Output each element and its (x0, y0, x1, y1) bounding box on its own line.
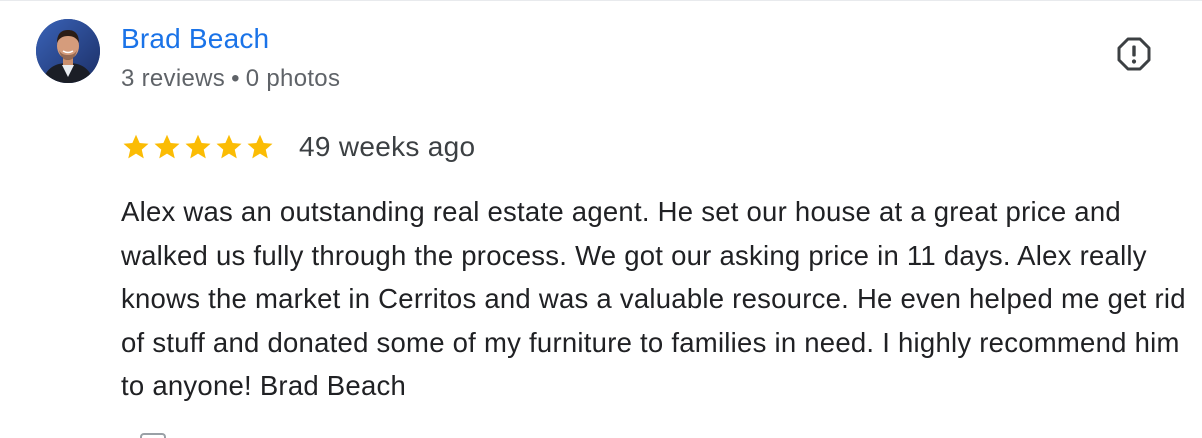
rating-row: 49 weeks ago (121, 129, 475, 165)
star-rating (121, 132, 275, 162)
star-icon (154, 134, 180, 159)
star-icon (123, 134, 149, 159)
star-icon (185, 134, 211, 159)
reviews-count: 3 reviews (121, 65, 226, 92)
avatar[interactable] (36, 19, 100, 83)
report-icon[interactable] (1116, 36, 1152, 72)
review-card: Brad Beach 3 reviews • 0 photos 49 weeks a… (0, 0, 1202, 438)
author-meta: 3 reviews • 0 photos (121, 65, 340, 93)
avatar-image (36, 19, 100, 83)
star-icon (216, 134, 242, 159)
meta-separator: • (231, 65, 240, 92)
photos-count: 0 photos (245, 65, 341, 92)
author-name-link[interactable]: Brad Beach (121, 23, 269, 55)
review-text: Alex was an outstanding real estate agen… (121, 196, 1186, 401)
star-icon (247, 134, 273, 159)
thumbs-up-icon[interactable] (140, 433, 166, 438)
review-time: 49 weeks ago (299, 131, 476, 162)
